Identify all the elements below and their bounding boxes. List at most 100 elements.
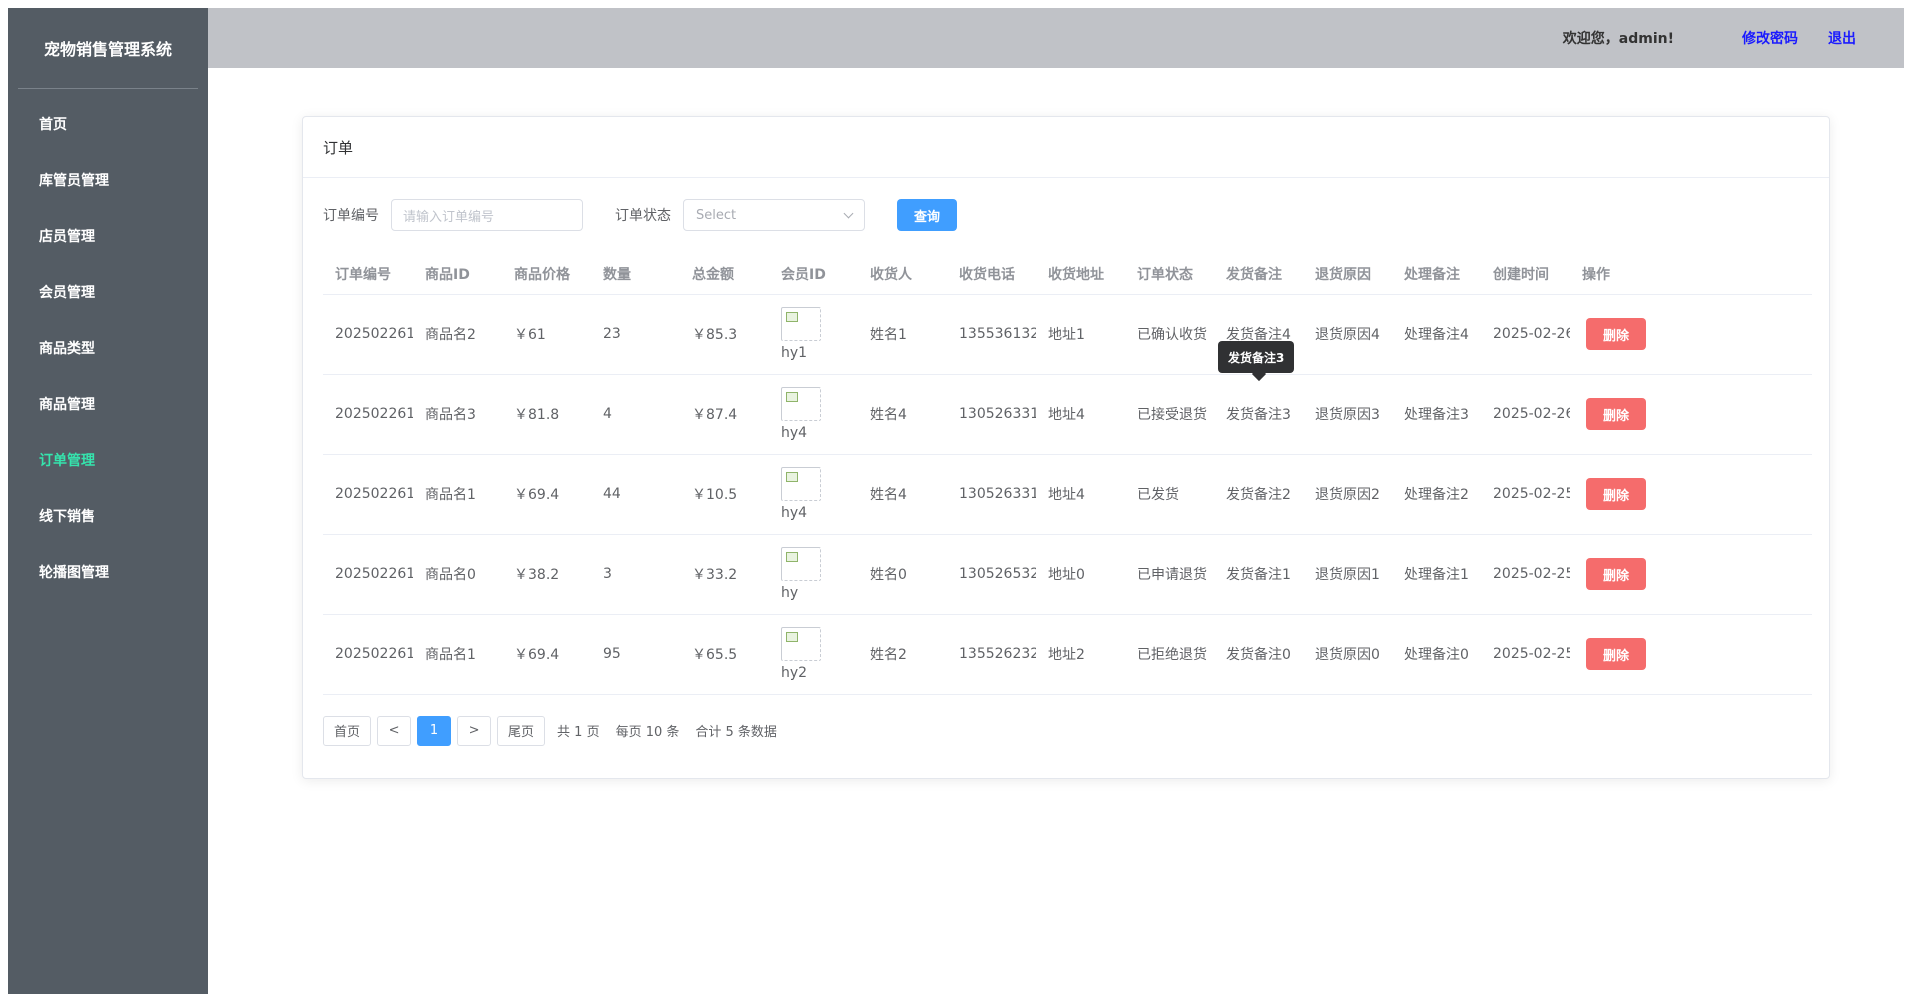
- table-row: 2025022611 商品名1 ￥69.4 95 ￥65.5 hy2 姓名2 1…: [323, 614, 1812, 695]
- sidebar-item-home[interactable]: 首页: [8, 97, 208, 153]
- broken-image-icon: [781, 547, 821, 581]
- cell-created: 2025-02-25: [1481, 614, 1570, 695]
- col-header: 订单状态: [1125, 254, 1214, 295]
- total-records-text: 合计 5 条数据: [695, 725, 777, 740]
- cell-product: 商品名0: [413, 534, 502, 615]
- query-button[interactable]: 查询: [897, 199, 957, 231]
- col-header: 总金额: [680, 254, 769, 295]
- cell-status: 已申请退货: [1125, 534, 1214, 615]
- cell-price: ￥61: [502, 294, 591, 375]
- delete-button[interactable]: 删除: [1586, 398, 1646, 430]
- cell-qty: 3: [591, 534, 680, 615]
- table-row: 2025022611 商品名1 ￥69.4 44 ￥10.5 hy4 姓名4 1…: [323, 454, 1812, 535]
- sidebar-item-warehouse-keeper[interactable]: 库管员管理: [8, 153, 208, 209]
- order-no-label: 订单编号: [323, 208, 379, 224]
- delete-button[interactable]: 删除: [1586, 318, 1646, 350]
- cell-total: ￥65.5: [680, 614, 769, 695]
- ship-note-tooltip: 发货备注3: [1218, 341, 1295, 373]
- col-header: 数量: [591, 254, 680, 295]
- cell-phone: 1305265326: [947, 534, 1036, 615]
- broken-image-icon: [781, 627, 821, 661]
- order-status-label: 订单状态: [615, 208, 671, 224]
- cell-ship-note: 发货备注3: [1214, 374, 1303, 455]
- cell-price: ￥81.8: [502, 374, 591, 455]
- member-id: hy: [781, 585, 799, 601]
- sidebar-item-member[interactable]: 会员管理: [8, 265, 208, 321]
- member-id: hy2: [781, 665, 808, 681]
- cell-return-reason: 退货原因2: [1303, 454, 1392, 535]
- member-id: hy4: [781, 505, 808, 521]
- cell-handle-note: 处理备注2: [1392, 454, 1481, 535]
- cell-phone: 1355262326: [947, 614, 1036, 695]
- app-title: 宠物销售管理系统: [43, 40, 172, 59]
- table-row: 2025022611 商品名3 ￥81.8 4 ￥87.4 hy4 姓名4 13…: [323, 374, 1812, 455]
- delete-button[interactable]: 删除: [1586, 478, 1646, 510]
- cell-member: hy2: [769, 614, 858, 695]
- cell-total: ￥33.2: [680, 534, 769, 615]
- pagination: 首页 < 1 > 尾页 共 1 页 每页 10 条 合计 5 条数据: [323, 715, 1809, 747]
- card-body: 订单编号 请输入订单编号 订单状态 Select 查询 订单编号 商品ID 商品…: [303, 178, 1829, 767]
- sidebar-item-product[interactable]: 商品管理: [8, 377, 208, 433]
- delete-button[interactable]: 删除: [1586, 638, 1646, 670]
- cell-member: hy4: [769, 374, 858, 455]
- col-header: 商品价格: [502, 254, 591, 295]
- order-no-input[interactable]: 请输入订单编号: [391, 199, 583, 231]
- col-header: 创建时间: [1481, 254, 1570, 295]
- delete-button[interactable]: 删除: [1586, 558, 1646, 590]
- top-header: 欢迎您，admin! 修改密码 退出: [208, 8, 1904, 68]
- cell-status: 已接受退货: [1125, 374, 1214, 455]
- cell-action: 删除: [1570, 454, 1812, 535]
- cell-price: ￥38.2: [502, 534, 591, 615]
- cell-member: hy1: [769, 294, 858, 375]
- order-status-placeholder: Select: [696, 207, 737, 223]
- last-page-button[interactable]: 尾页: [497, 715, 546, 746]
- change-password-link[interactable]: 修改密码: [1742, 28, 1798, 48]
- next-page-button[interactable]: >: [457, 715, 492, 746]
- col-header: 商品ID: [413, 254, 502, 295]
- broken-image-icon: [781, 307, 821, 341]
- cell-member: hy4: [769, 454, 858, 535]
- cell-order-no: 2025022611: [323, 614, 413, 695]
- cell-qty: 44: [591, 454, 680, 535]
- cell-receiver: 姓名4: [858, 374, 947, 455]
- welcome-text: 欢迎您，admin!: [1562, 31, 1674, 47]
- per-page-text: 每页 10 条: [615, 725, 680, 740]
- cell-product: 商品名3: [413, 374, 502, 455]
- sidebar-item-clerk[interactable]: 店员管理: [8, 209, 208, 265]
- page-edge-right: [1904, 0, 1912, 994]
- cell-ship-note: 发货备注2: [1214, 454, 1303, 535]
- col-header: 操作: [1570, 254, 1812, 295]
- cell-status: 已拒绝退货: [1125, 614, 1214, 695]
- order-table: 订单编号 商品ID 商品价格 数量 总金额 会员ID 收货人 收货电话 收货地址…: [323, 254, 1812, 695]
- order-status-select[interactable]: Select: [683, 199, 865, 231]
- sidebar-menu: 首页 库管员管理 店员管理 会员管理 商品类型 商品管理 订单管理 线下销售 轮…: [8, 89, 208, 601]
- cell-return-reason: 退货原因3: [1303, 374, 1392, 455]
- cell-total: ￥85.3: [680, 294, 769, 375]
- broken-image-icon: [781, 387, 821, 421]
- col-header: 发货备注: [1214, 254, 1303, 295]
- cell-action: 删除: [1570, 534, 1812, 615]
- member-id: hy1: [781, 345, 808, 361]
- cell-action: 删除: [1570, 294, 1812, 375]
- cell-receiver: 姓名0: [858, 534, 947, 615]
- col-header: 订单编号: [323, 254, 413, 295]
- cell-handle-note: 处理备注1: [1392, 534, 1481, 615]
- sidebar-item-product-type[interactable]: 商品类型: [8, 321, 208, 377]
- sidebar-item-order[interactable]: 订单管理: [8, 433, 208, 489]
- cell-order-no: 2025022611: [323, 374, 413, 455]
- cell-created: 2025-02-26: [1481, 294, 1570, 375]
- first-page-button[interactable]: 首页: [323, 715, 372, 746]
- prev-page-button[interactable]: <: [377, 715, 412, 746]
- page-number-button[interactable]: 1: [417, 715, 452, 746]
- sidebar-item-carousel[interactable]: 轮播图管理: [8, 545, 208, 601]
- sidebar-item-offline-sales[interactable]: 线下销售: [8, 489, 208, 545]
- member-id: hy4: [781, 425, 808, 441]
- broken-image-icon: [781, 467, 821, 501]
- cell-action: 删除: [1570, 614, 1812, 695]
- logout-link[interactable]: 退出: [1828, 28, 1856, 48]
- col-header: 收货电话: [947, 254, 1036, 295]
- cell-status: 已发货: [1125, 454, 1214, 535]
- table-row: 2025022611 商品名2 ￥61 23 ￥85.3 hy1 姓名1 135…: [323, 294, 1812, 375]
- header-user-area: 欢迎您，admin! 修改密码 退出: [1563, 8, 1856, 68]
- cell-order-no: 2025022611: [323, 454, 413, 535]
